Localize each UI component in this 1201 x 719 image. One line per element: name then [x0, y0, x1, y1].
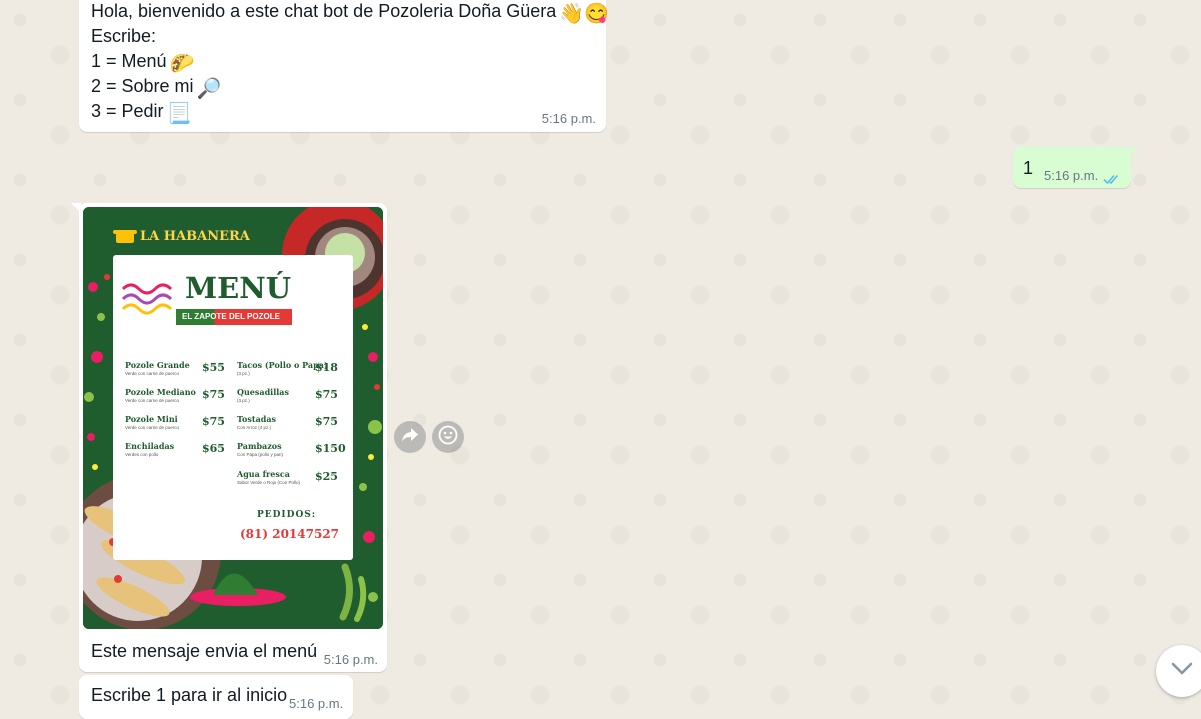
menu-item-desc: Verde con carne de puerco [125, 371, 180, 376]
welcome-text: Hola, bienvenido a este chat bot de Pozo… [91, 0, 609, 124]
message-timestamp: 5:16 p.m. [541, 111, 596, 126]
menu-item-name: Pambazos [237, 441, 282, 451]
menu-poster-image[interactable]: LA HABANERA MENÚ EL ZAPOTE DEL POZOLE Po… [83, 207, 383, 629]
waving-hand-emoji: 👋 [559, 3, 585, 25]
emoji-icon [438, 425, 458, 450]
menu-item-desc: Con Arroz (4 pz.) [237, 425, 272, 430]
menu-item-name: Pozole Mini [125, 414, 178, 424]
chevron-down-icon [1171, 662, 1193, 681]
page-emoji: 📃 [166, 103, 192, 125]
welcome-message[interactable]: Hola, bienvenido a este chat bot de Pozo… [79, 0, 609, 132]
menu-item-price: $65 [202, 442, 225, 455]
message-timestamp: 5:16 p.m. [1044, 168, 1099, 183]
menu-item-price: $75 [202, 388, 225, 401]
restart-text: Escribe 1 para ir al inicio [91, 685, 288, 705]
welcome-line-1: Hola, bienvenido a este chat bot de Pozo… [91, 1, 557, 21]
menu-card: MENÚ EL ZAPOTE DEL POZOLE Pozole Grande … [113, 255, 353, 560]
magnifier-emoji: 🔎 [196, 78, 222, 100]
message-timestamp: 5:16 p.m. [323, 652, 378, 667]
menu-item-name: Pozole Grande [125, 360, 190, 370]
menu-item-name: Tostadas [237, 414, 277, 424]
orders-phone: (81) 20147527 [240, 527, 340, 541]
message-timestamp: 5:16 p.m. [289, 696, 344, 711]
poster-brand: LA HABANERA [140, 229, 250, 244]
react-button[interactable] [432, 421, 464, 453]
welcome-line-2: Escribe: [91, 26, 157, 46]
menu-item-price: $55 [202, 361, 225, 374]
welcome-line-4: 2 = Sobre mi [91, 76, 194, 96]
menu-item-price: $75 [315, 388, 338, 401]
menu-item-name: Quesadillas [237, 387, 289, 397]
menu-item-desc: Verde con carne de puerco [125, 425, 180, 430]
image-caption: Este mensaje envia el menú [91, 641, 318, 661]
menu-title: MENÚ [185, 271, 292, 305]
orders-label: PEDIDOS: [257, 510, 317, 520]
bubble-tail [1129, 147, 1139, 157]
menu-item-price: $75 [202, 415, 225, 428]
wavy-lines-decoration [121, 283, 173, 315]
menu-item-price: $150 [315, 442, 346, 455]
menu-item-name: Pozole Mediano [125, 387, 196, 397]
menu-item-price: $25 [315, 470, 338, 483]
yum-face-emoji: 😋 [584, 3, 610, 25]
menu-item-name: Agua fresca [237, 469, 290, 479]
menu-item-desc: Verde con carne de puerco [125, 398, 180, 403]
welcome-line-5: 3 = Pedir [91, 101, 164, 121]
menu-item-price: $18 [315, 361, 338, 374]
reply-message[interactable]: 1 5:16 p.m. [1013, 147, 1139, 190]
menu-item-name: Enchiladas [125, 441, 175, 451]
menu-item-desc: Con Papa (pollo y pan) [237, 452, 284, 457]
forward-icon [401, 427, 419, 448]
menu-subtitle-banner: EL ZAPOTE DEL POZOLE [176, 309, 292, 325]
bubble-tail [71, 203, 81, 213]
menu-item-desc: (3 pz.) [237, 371, 250, 376]
menu-item-price: $75 [315, 415, 338, 428]
menu-subtitle: EL ZAPOTE DEL POZOLE [182, 312, 280, 321]
forward-button[interactable] [394, 421, 426, 453]
menu-item-desc: Verdes con pollo [125, 452, 159, 457]
welcome-line-3: 1 = Menú [91, 51, 167, 71]
menu-item-desc: (3 pz.) [237, 398, 250, 403]
restart-message[interactable]: Escribe 1 para ir al inicio 5:16 p.m. [79, 675, 353, 719]
reply-text: 1 [1023, 158, 1034, 178]
menu-item-desc: Sabor Verde o Rojo (Con Pollo) [237, 480, 301, 485]
scroll-to-bottom-button[interactable] [1156, 645, 1201, 697]
double-check-icon [1103, 169, 1123, 190]
taco-emoji: 🌮 [169, 53, 195, 75]
